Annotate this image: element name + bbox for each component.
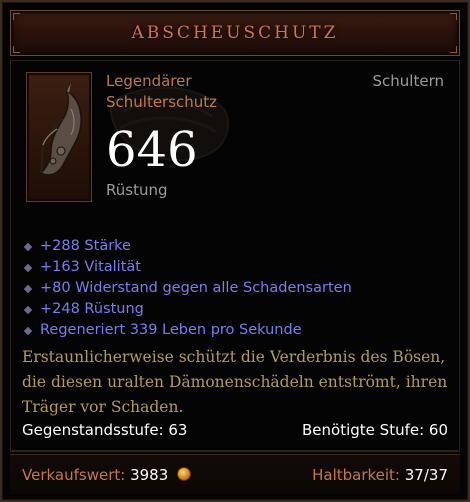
diamond-bullet-icon	[23, 305, 33, 314]
affix-line: +248 Rüstung	[22, 299, 452, 320]
affix-text: +80 Widerstand gegen alle Schadensarten	[40, 280, 352, 296]
flavor-text: Erstaunlicherweise schützt die Verderbni…	[22, 345, 450, 420]
shoulder-armor-icon	[39, 83, 82, 176]
item-type: Schulterschutz	[106, 93, 218, 111]
armor-value: 646	[106, 122, 198, 178]
item-tooltip: ABSCHEUSCHUTZ Legendärer Schulterschutz …	[0, 0, 470, 502]
diamond-bullet-icon	[23, 242, 33, 251]
item-name: ABSCHEUSCHUTZ	[131, 23, 339, 43]
header-corner-ornament	[13, 13, 20, 20]
flavor-line: Erstaunlicherweise schützt die Verderbni…	[22, 348, 446, 366]
sell-label: Verkaufswert:	[22, 466, 126, 484]
affix-line: +288 Stärke	[22, 236, 452, 257]
flavor-line: Träger vor Schaden.	[22, 398, 184, 416]
durability-label: Haltbarkeit:	[312, 466, 400, 484]
armor-label: Rüstung	[106, 181, 168, 199]
affix-text: +248 Rüstung	[40, 301, 144, 317]
header-corner-ornament	[450, 46, 457, 53]
sell-value: Verkaufswert: 3983	[22, 466, 192, 484]
affix-line: Regeneriert 339 Leben pro Sekunde	[22, 320, 452, 341]
item-rarity: Legendärer	[106, 72, 192, 90]
footer-divider	[12, 450, 458, 451]
diamond-bullet-icon	[23, 284, 33, 293]
durability-amount: 37/37	[404, 466, 448, 484]
item-slot: Schultern	[372, 72, 444, 90]
affix-list: +288 Stärke +163 Vitalität +80 Widerstan…	[22, 236, 452, 341]
diamond-bullet-icon	[23, 263, 33, 272]
item-icon-frame	[26, 72, 92, 202]
header-corner-ornament	[450, 13, 457, 20]
required-level: Benötigte Stufe: 60	[302, 421, 448, 439]
header-corner-ornament	[13, 46, 20, 53]
tooltip-header: ABSCHEUSCHUTZ	[10, 10, 460, 56]
durability: Haltbarkeit: 37/37	[312, 466, 448, 484]
flavor-line: die diesen uralten Dämonenschädeln entst…	[22, 373, 448, 391]
tooltip-footer: Verkaufswert: 3983 Haltbarkeit: 37/37	[10, 454, 460, 494]
affix-line: +163 Vitalität	[22, 257, 452, 278]
gold-coin-icon	[177, 467, 192, 481]
sell-amount: 3983	[130, 466, 169, 484]
diamond-bullet-icon	[23, 326, 33, 335]
affix-text: +288 Stärke	[40, 238, 131, 254]
affix-text: Regeneriert 339 Leben pro Sekunde	[40, 322, 302, 338]
affix-text: +163 Vitalität	[40, 259, 141, 275]
affix-line: +80 Widerstand gegen alle Schadensarten	[22, 278, 452, 299]
item-level: Gegenstandsstufe: 63	[22, 421, 188, 439]
